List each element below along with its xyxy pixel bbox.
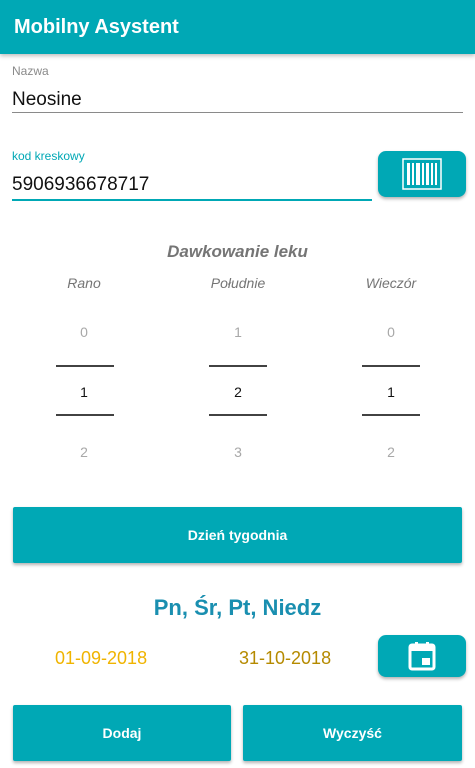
- app-bar: Mobilny Asystent: [0, 0, 475, 54]
- barcode-field[interactable]: 5906936678717: [12, 174, 149, 196]
- noon-picker-divider-bottom: [209, 414, 267, 416]
- morning-picker-selected[interactable]: 1: [24, 384, 144, 400]
- dosage-title: Dawkowanie leku: [167, 242, 308, 261]
- dosage-column-header-evening: Wieczór: [365, 275, 417, 291]
- name-field[interactable]: Neosine: [12, 89, 82, 111]
- clear-button[interactable]: Wyczyść: [243, 705, 462, 761]
- start-date[interactable]: 01-09-2018: [55, 648, 147, 669]
- noon-picker-next[interactable]: 3: [178, 444, 298, 460]
- name-field-label: Nazwa: [12, 64, 49, 78]
- barcode-icon: [402, 158, 442, 190]
- weekday-button[interactable]: Dzień tygodnia: [13, 507, 462, 563]
- calendar-icon: [408, 642, 436, 671]
- dosage-column-header-morning: Rano: [67, 275, 101, 291]
- clear-button-label: Wyczyść: [323, 725, 382, 741]
- morning-picker-next[interactable]: 2: [24, 444, 144, 460]
- evening-picker-divider-bottom: [362, 414, 420, 416]
- dosage-column-header-noon: Południe: [210, 275, 266, 291]
- barcode-field-label: kod kreskowy: [12, 149, 85, 163]
- evening-picker-selected[interactable]: 1: [331, 384, 451, 400]
- noon-picker-prev[interactable]: 1: [178, 324, 298, 340]
- add-button-label: Dodaj: [102, 725, 142, 741]
- morning-picker-prev[interactable]: 0: [24, 324, 144, 340]
- evening-picker-divider-top: [362, 365, 420, 367]
- noon-picker-divider-top: [209, 365, 267, 367]
- noon-picker-selected[interactable]: 2: [178, 384, 298, 400]
- name-field-underline: [12, 112, 463, 113]
- calendar-button[interactable]: [378, 635, 466, 677]
- morning-picker-divider-top: [56, 365, 114, 367]
- evening-picker-prev[interactable]: 0: [331, 324, 451, 340]
- evening-picker-next[interactable]: 2: [331, 444, 451, 460]
- selected-days: Pn, Śr, Pt, Niedz: [153, 595, 322, 620]
- weekday-button-label: Dzień tygodnia: [187, 527, 288, 543]
- scan-barcode-button[interactable]: [378, 151, 466, 197]
- end-date[interactable]: 31-10-2018: [239, 648, 331, 669]
- app-title: Mobilny Asystent: [14, 16, 179, 38]
- add-button[interactable]: Dodaj: [13, 705, 231, 761]
- morning-picker-divider-bottom: [56, 414, 114, 416]
- barcode-field-underline: [12, 199, 372, 201]
